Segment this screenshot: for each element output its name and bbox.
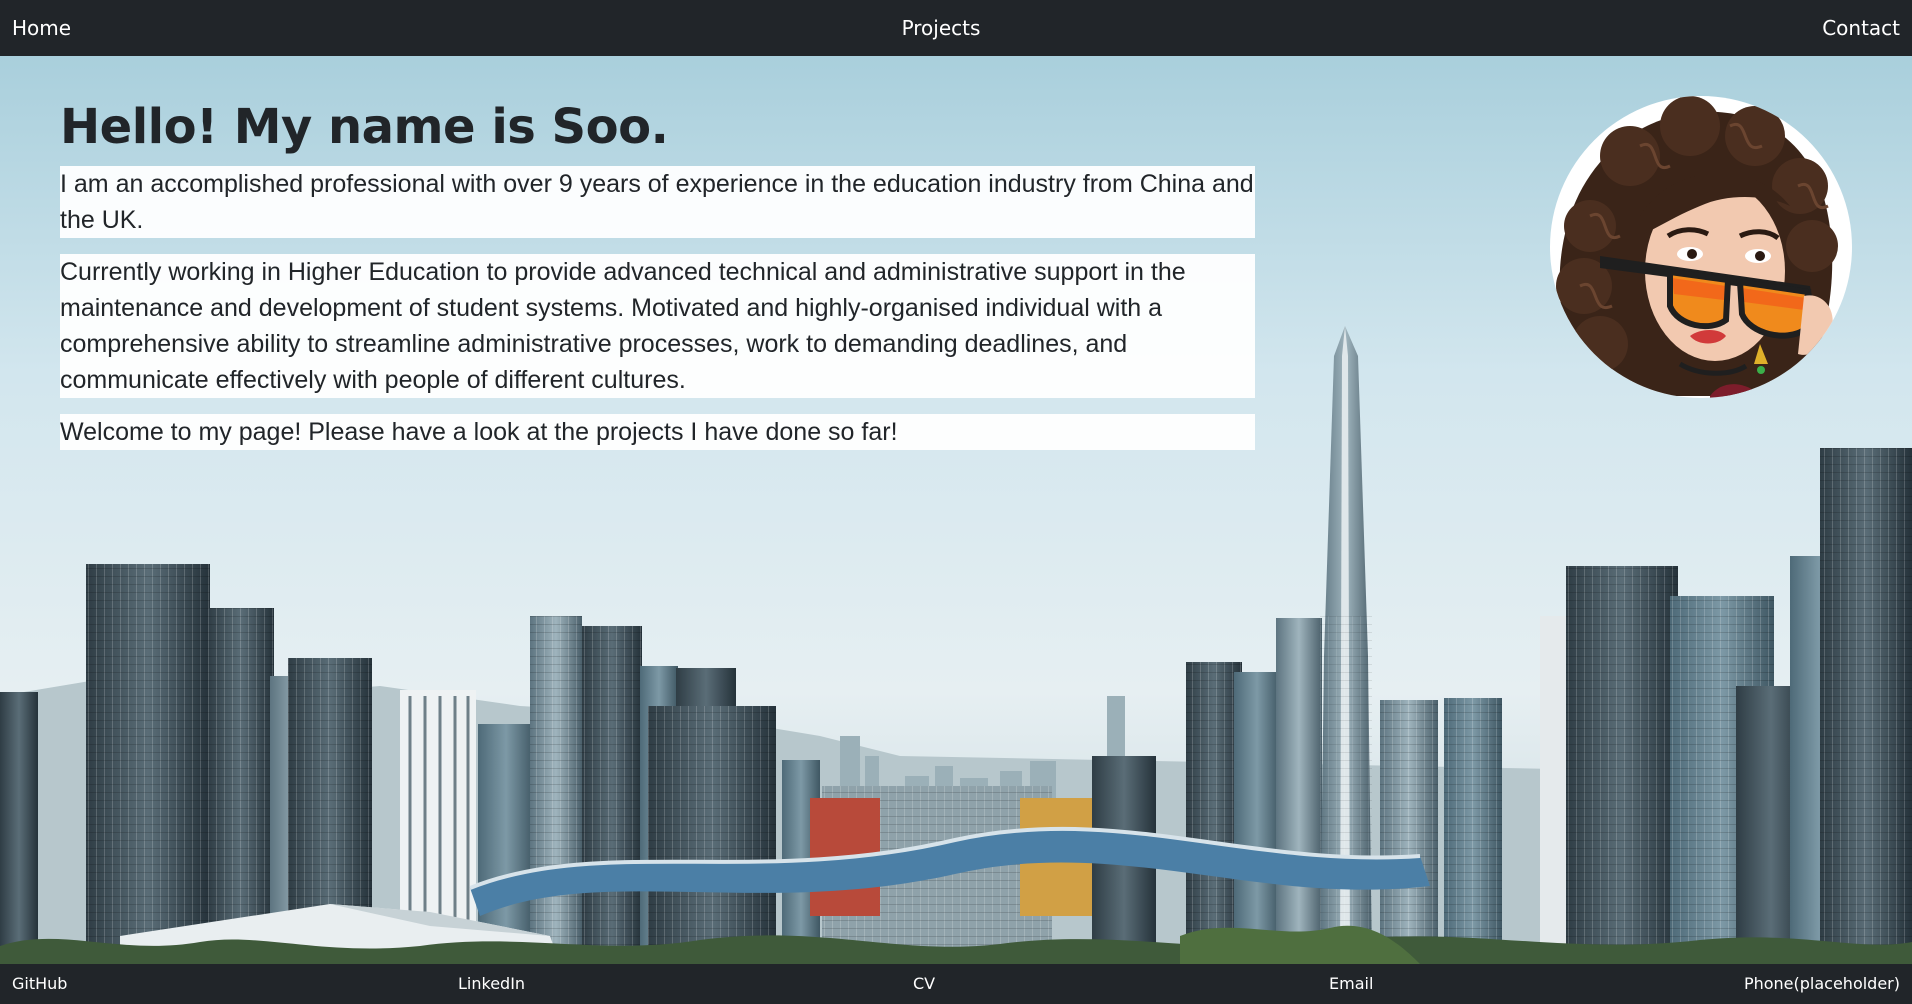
profile-avatar xyxy=(1550,96,1852,398)
footer-bar: GitHub LinkedIn CV Email Phone(placehold… xyxy=(0,964,1912,1004)
hero-content: Hello! My name is Soo. I am an accomplis… xyxy=(60,96,1255,466)
intro-paragraph-3: Welcome to my page! Please have a look a… xyxy=(60,414,1255,450)
footer-email-link[interactable]: Email xyxy=(1329,964,1373,1004)
page-title: Hello! My name is Soo. xyxy=(60,99,669,155)
top-navbar: Home Projects Contact xyxy=(0,0,1912,56)
footer-cv-link[interactable]: CV xyxy=(913,964,935,1004)
intro-paragraph-1: I am an accomplished professional with o… xyxy=(60,166,1255,238)
nav-projects-link[interactable]: Projects xyxy=(0,0,1882,56)
footer-github-link[interactable]: GitHub xyxy=(12,964,67,1004)
intro-paragraph-2: Currently working in Higher Education to… xyxy=(60,254,1255,398)
footer-linkedin-link[interactable]: LinkedIn xyxy=(458,964,525,1004)
footer-phone-link[interactable]: Phone(placeholder) xyxy=(1744,964,1900,1004)
nav-contact-link[interactable]: Contact xyxy=(1822,0,1900,56)
cartoon-avatar-icon xyxy=(1556,96,1838,398)
page: Home Projects Contact Hello! My name is … xyxy=(0,0,1912,1004)
